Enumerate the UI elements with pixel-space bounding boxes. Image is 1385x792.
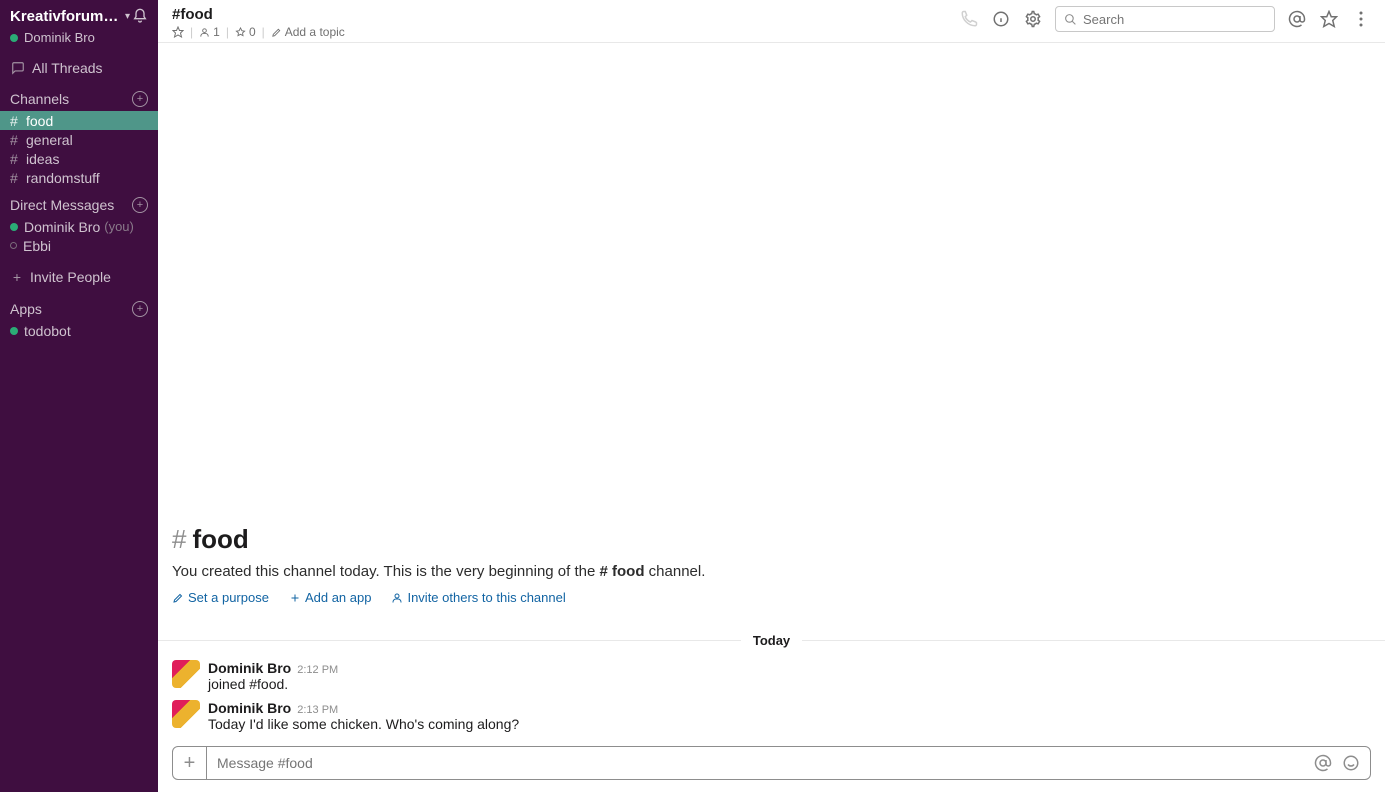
dm-ebbi[interactable]: Ebbi xyxy=(0,236,158,255)
invite-people[interactable]: + Invite People xyxy=(0,263,158,291)
message-composer: + xyxy=(172,746,1371,780)
message-row[interactable]: Dominik Bro 2:13 PM Today I'd like some … xyxy=(158,696,1385,736)
workspace-name: Kreativforum Fr… xyxy=(10,8,121,25)
channel-meta: | 1 | 0 | Add a topic xyxy=(172,25,345,39)
app-todobot[interactable]: todobot xyxy=(0,321,158,340)
star-icon[interactable] xyxy=(1319,9,1339,29)
channel-food[interactable]: # food xyxy=(0,111,158,130)
dm-label: Direct Messages xyxy=(10,197,114,213)
search-icon xyxy=(1064,13,1077,26)
app-name: todobot xyxy=(24,323,71,339)
dm-name: Ebbi xyxy=(23,238,51,254)
main-panel: #food | 1 | 0 | Add a topic xyxy=(158,0,1385,792)
channel-label: randomstuff xyxy=(26,170,100,186)
dm-self[interactable]: Dominik Bro (you) xyxy=(0,217,158,236)
threads-icon xyxy=(10,61,26,75)
date-label: Today xyxy=(741,633,802,648)
channel-randomstuff[interactable]: # randomstuff xyxy=(0,168,158,187)
add-app-button[interactable]: + xyxy=(132,301,148,317)
more-icon[interactable] xyxy=(1351,9,1371,29)
intro-title: # food xyxy=(172,524,1371,555)
all-threads[interactable]: All Threads xyxy=(0,55,158,81)
avatar[interactable] xyxy=(172,700,200,728)
channel-title[interactable]: #food xyxy=(172,6,345,23)
channel-label: ideas xyxy=(26,151,59,167)
apps-section-header: Apps + xyxy=(0,291,158,321)
presence-dot-icon xyxy=(10,223,18,231)
phone-icon[interactable] xyxy=(959,9,979,29)
all-threads-label: All Threads xyxy=(32,60,103,76)
info-icon[interactable] xyxy=(991,9,1011,29)
channels-section-header: Channels + xyxy=(0,81,158,111)
plus-icon: + xyxy=(10,269,24,285)
invite-label: Invite People xyxy=(30,269,111,285)
date-divider: Today xyxy=(158,633,1385,648)
message-time: 2:12 PM xyxy=(297,664,338,676)
invite-others-link[interactable]: Invite others to this channel xyxy=(391,590,565,605)
channels-label: Channels xyxy=(10,91,69,107)
member-count[interactable]: 1 xyxy=(199,25,220,39)
avatar[interactable] xyxy=(172,660,200,688)
current-user[interactable]: Dominik Bro xyxy=(0,30,158,55)
message-row[interactable]: Dominik Bro 2:12 PM joined #food. xyxy=(158,656,1385,696)
workspace-switcher[interactable]: Kreativforum Fr… ▾ xyxy=(0,6,158,30)
star-button[interactable] xyxy=(172,26,184,38)
intro-channel-name: food xyxy=(192,524,248,555)
current-user-name: Dominik Bro xyxy=(24,30,95,45)
dm-name: Dominik Bro xyxy=(24,219,100,235)
channel-intro: # food You created this channel today. T… xyxy=(158,524,1385,615)
message-time: 2:13 PM xyxy=(297,704,338,716)
messages-area: # food You created this channel today. T… xyxy=(158,43,1385,792)
you-tag: (you) xyxy=(104,219,134,234)
message-input[interactable] xyxy=(207,755,1314,771)
search-box[interactable] xyxy=(1055,6,1275,32)
apps-label: Apps xyxy=(10,301,42,317)
channel-general[interactable]: # general xyxy=(0,130,158,149)
add-topic[interactable]: Add a topic xyxy=(271,25,345,39)
bell-icon[interactable] xyxy=(130,6,150,26)
channel-label: general xyxy=(26,132,73,148)
presence-dot-icon xyxy=(10,242,17,249)
dm-section-header: Direct Messages + xyxy=(0,187,158,217)
presence-dot-icon xyxy=(10,327,18,335)
channel-ideas[interactable]: # ideas xyxy=(0,149,158,168)
channel-label: food xyxy=(26,113,53,129)
message-author[interactable]: Dominik Bro xyxy=(208,700,291,716)
hash-icon: # xyxy=(172,524,186,555)
message-text: Today I'd like some chicken. Who's comin… xyxy=(208,716,1371,732)
hash-icon: # xyxy=(10,132,22,148)
hash-icon: # xyxy=(10,151,22,167)
message-text: joined #food. xyxy=(208,676,1371,692)
set-purpose-link[interactable]: Set a purpose xyxy=(172,590,269,605)
message-author[interactable]: Dominik Bro xyxy=(208,660,291,676)
sidebar: Kreativforum Fr… ▾ Dominik Bro All Threa… xyxy=(0,0,158,792)
hash-icon: # xyxy=(10,170,22,186)
gear-icon[interactable] xyxy=(1023,9,1043,29)
presence-dot-icon xyxy=(10,34,18,42)
emoji-icon[interactable] xyxy=(1342,754,1360,772)
hash-icon: # xyxy=(10,113,22,129)
search-input[interactable] xyxy=(1083,12,1266,27)
add-channel-button[interactable]: + xyxy=(132,91,148,107)
add-dm-button[interactable]: + xyxy=(132,197,148,213)
mention-icon[interactable] xyxy=(1314,754,1332,772)
intro-text: You created this channel today. This is … xyxy=(172,563,1371,580)
attach-button[interactable]: + xyxy=(173,747,207,779)
add-app-link[interactable]: Add an app xyxy=(289,590,372,605)
mentions-icon[interactable] xyxy=(1287,9,1307,29)
channel-header: #food | 1 | 0 | Add a topic xyxy=(158,0,1385,43)
pin-count[interactable]: 0 xyxy=(235,25,256,39)
